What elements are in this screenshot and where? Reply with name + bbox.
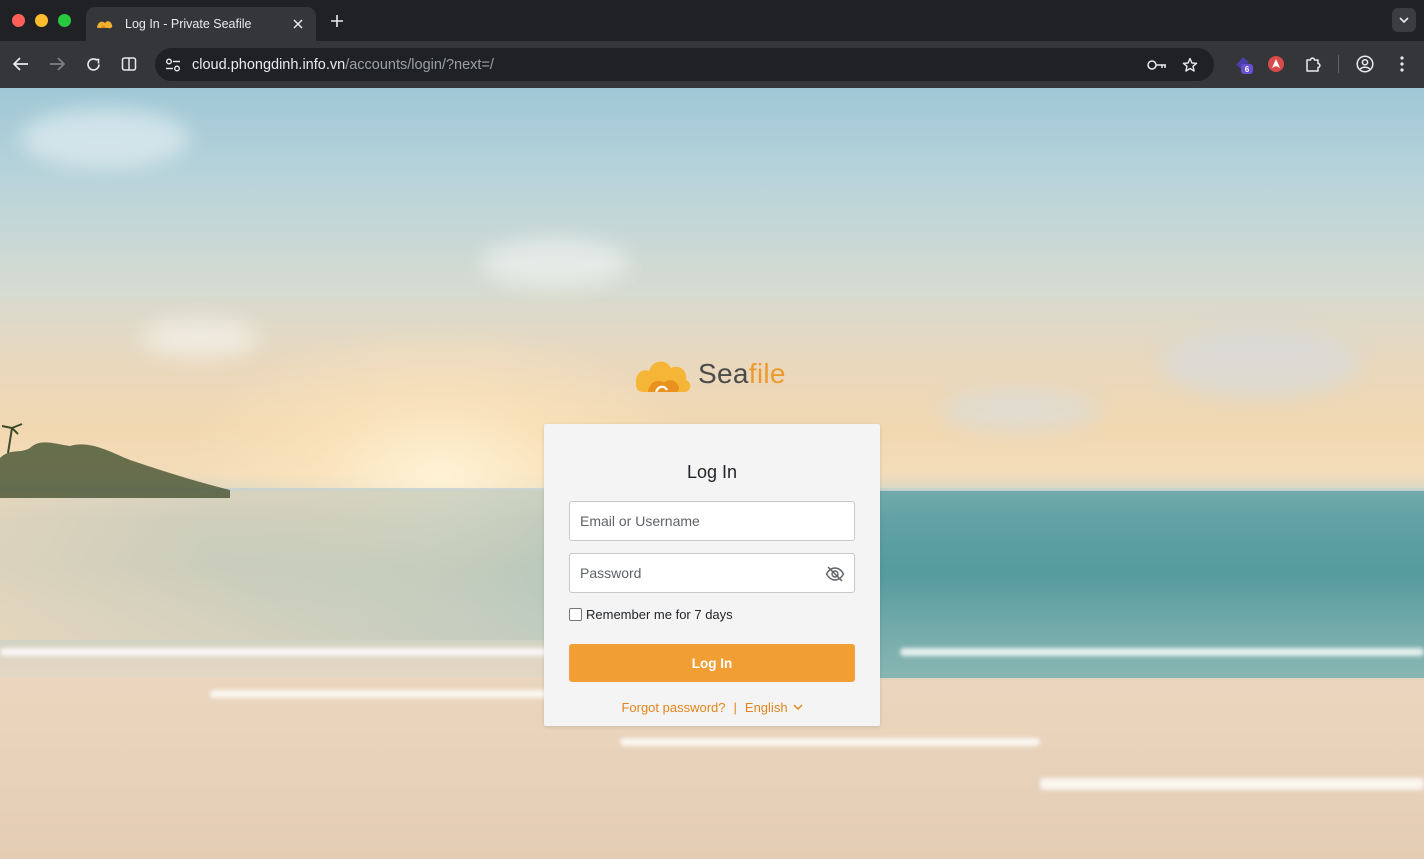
remember-checkbox[interactable]	[569, 608, 582, 621]
extension-icon[interactable]: 6	[1232, 52, 1256, 76]
seafile-logo: Seafile	[632, 350, 792, 398]
seafile-cloud-icon	[635, 361, 691, 393]
username-field[interactable]	[569, 501, 855, 541]
remember-me[interactable]: Remember me for 7 days	[569, 607, 733, 622]
login-button[interactable]: Log In	[569, 644, 855, 682]
close-tab-icon[interactable]	[290, 16, 306, 32]
extensions-puzzle-icon[interactable]	[1301, 52, 1325, 76]
island-trees-icon	[0, 423, 230, 498]
forward-icon[interactable]	[45, 52, 69, 76]
browser-toolbar: cloud.phongdinh.info.vn/accounts/login/?…	[0, 41, 1424, 88]
reload-icon[interactable]	[81, 52, 105, 76]
login-card: Log In Remember me for 7 days Log In For…	[544, 424, 880, 726]
browser-menu-icon[interactable]	[1390, 52, 1414, 76]
logo-prefix: Sea	[698, 358, 749, 389]
split-view-icon[interactable]	[117, 52, 141, 76]
remember-label: Remember me for 7 days	[586, 607, 733, 622]
language-selector[interactable]: English	[745, 700, 803, 715]
username-input[interactable]	[580, 513, 854, 529]
back-icon[interactable]	[9, 52, 33, 76]
password-key-icon[interactable]	[1146, 54, 1168, 76]
address-bar[interactable]: cloud.phongdinh.info.vn/accounts/login/?…	[155, 48, 1214, 81]
login-title: Log In	[686, 462, 738, 482]
active-tab[interactable]: Log In - Private Seafile	[86, 7, 316, 41]
logo-wordmark: Seafile	[698, 358, 786, 390]
maximize-window-button[interactable]	[58, 14, 71, 27]
login-footer: Forgot password? | English	[544, 700, 880, 715]
password-field[interactable]	[569, 553, 855, 593]
profile-avatar-icon[interactable]	[1353, 52, 1377, 76]
toolbar-divider	[1338, 55, 1339, 73]
close-window-button[interactable]	[12, 14, 25, 27]
minimize-window-button[interactable]	[35, 14, 48, 27]
url-path: /accounts/login/?next=/	[345, 56, 494, 73]
eye-off-icon[interactable]	[825, 565, 845, 583]
red-extension-icon[interactable]	[1264, 52, 1288, 76]
password-input[interactable]	[580, 565, 854, 581]
footer-separator: |	[733, 700, 737, 715]
language-label: English	[744, 700, 788, 715]
tab-search-button[interactable]	[1392, 8, 1416, 32]
site-info-icon[interactable]	[163, 55, 183, 75]
extension-badge-count: 6	[1245, 65, 1250, 74]
bookmark-star-icon[interactable]	[1179, 54, 1201, 76]
tab-strip: Log In - Private Seafile	[0, 0, 1424, 41]
url-text: cloud.phongdinh.info.vn/accounts/login/?…	[192, 57, 494, 73]
forgot-password-link[interactable]: Forgot password?	[621, 700, 725, 715]
logo-suffix: file	[748, 358, 786, 389]
chevron-down-icon	[793, 704, 803, 711]
seafile-favicon-icon	[96, 17, 114, 31]
page-viewport: Seafile Log In Remember me for 7 days Lo…	[0, 88, 1424, 859]
url-host: cloud.phongdinh.info.vn	[192, 56, 346, 73]
tab-title: Log In - Private Seafile	[125, 17, 252, 31]
new-tab-button[interactable]	[326, 10, 348, 32]
